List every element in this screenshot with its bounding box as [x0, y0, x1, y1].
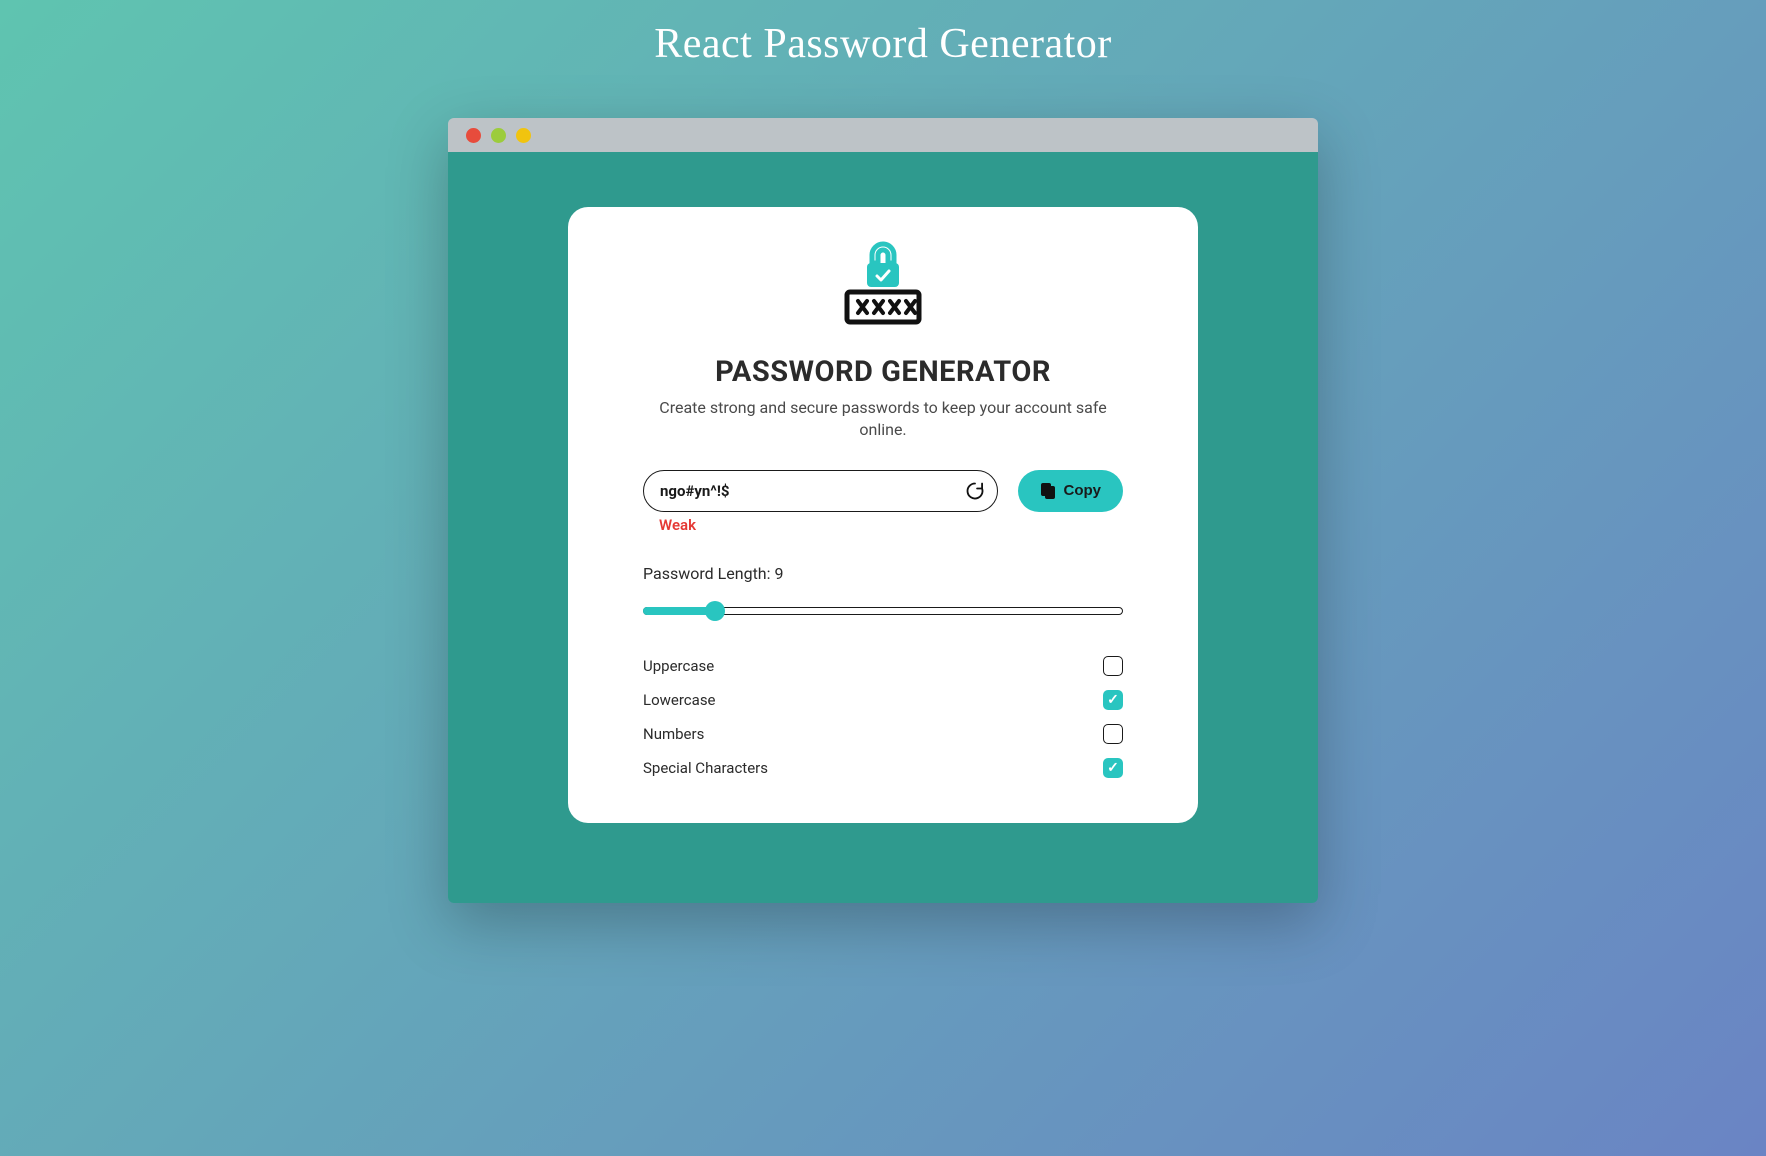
- length-slider[interactable]: [643, 601, 1123, 621]
- option-row: Lowercase ✓: [643, 690, 1123, 710]
- option-checkbox[interactable]: ✓: [1103, 758, 1123, 778]
- option-checkbox[interactable]: [1103, 724, 1123, 744]
- option-row: Uppercase: [643, 656, 1123, 676]
- window-minimize-icon[interactable]: [491, 128, 506, 143]
- password-value: ngo#yn^!$: [660, 482, 730, 500]
- option-label: Numbers: [643, 725, 704, 743]
- window-body: PASSWORD GENERATOR Create strong and sec…: [448, 152, 1318, 903]
- option-checkbox[interactable]: ✓: [1103, 690, 1123, 710]
- card-subtitle: Create strong and secure passwords to ke…: [643, 397, 1123, 442]
- options-list: Uppercase Lowercase ✓ Numbers Special Charac…: [643, 656, 1123, 778]
- option-checkbox[interactable]: [1103, 656, 1123, 676]
- copy-icon: [1040, 482, 1056, 500]
- logo: [643, 237, 1123, 337]
- page-title: React Password Generator: [654, 20, 1112, 68]
- option-row: Numbers: [643, 724, 1123, 744]
- password-output-field: ngo#yn^!$: [643, 470, 998, 512]
- option-label: Uppercase: [643, 657, 714, 675]
- generator-card: PASSWORD GENERATOR Create strong and sec…: [568, 207, 1198, 823]
- window-titlebar: [448, 118, 1318, 152]
- browser-window: PASSWORD GENERATOR Create strong and sec…: [448, 118, 1318, 903]
- option-label: Special Characters: [643, 759, 768, 777]
- slider-thumb[interactable]: [705, 601, 725, 621]
- checkmark-icon: ✓: [1107, 760, 1119, 776]
- lock-password-icon: [831, 237, 936, 337]
- window-close-icon[interactable]: [466, 128, 481, 143]
- copy-button[interactable]: Copy: [1018, 470, 1124, 512]
- strength-label: Weak: [659, 516, 1123, 534]
- checkmark-icon: ✓: [1107, 692, 1119, 708]
- option-row: Special Characters ✓: [643, 758, 1123, 778]
- length-label: Password Length: 9: [643, 564, 1123, 583]
- option-label: Lowercase: [643, 691, 716, 709]
- refresh-icon[interactable]: [965, 481, 985, 501]
- window-maximize-icon[interactable]: [516, 128, 531, 143]
- card-title: PASSWORD GENERATOR: [643, 355, 1123, 389]
- copy-button-label: Copy: [1064, 482, 1102, 499]
